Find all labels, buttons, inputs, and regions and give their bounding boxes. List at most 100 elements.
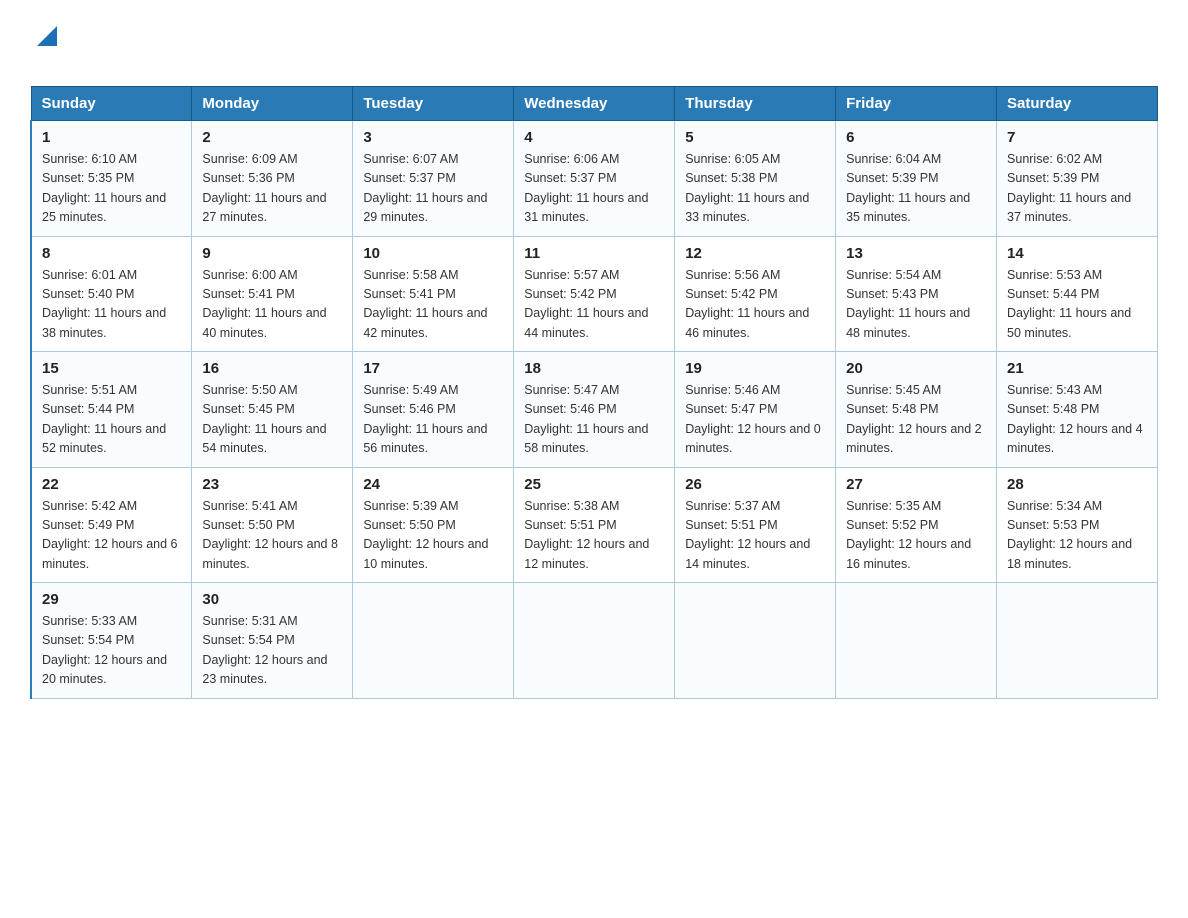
calendar-cell: 20 Sunrise: 5:45 AMSunset: 5:48 PMDayligh… [836, 352, 997, 468]
day-number: 25 [524, 476, 664, 493]
day-info: Sunrise: 5:54 AMSunset: 5:43 PMDaylight:… [846, 266, 986, 344]
day-info: Sunrise: 5:33 AMSunset: 5:54 PMDaylight:… [42, 612, 181, 690]
day-info: Sunrise: 5:47 AMSunset: 5:46 PMDaylight:… [524, 381, 664, 459]
day-number: 12 [685, 245, 825, 262]
calendar-cell: 6Sunrise: 6:04 AMSunset: 5:39 PMDaylight… [836, 121, 997, 237]
day-number: 8 [42, 245, 181, 262]
calendar-cell: 21Sunrise: 5:43 AMSunset: 5:48 PMDayligh… [997, 352, 1158, 468]
calendar-cell: 9 Sunrise: 6:00 AMSunset: 5:41 PMDaylight… [192, 236, 353, 352]
day-info: Sunrise: 5:38 AMSunset: 5:51 PMDaylight:… [524, 497, 664, 575]
calendar-cell: 27 Sunrise: 5:35 AMSunset: 5:52 PMDayligh… [836, 467, 997, 583]
weekday-header-saturday: Saturday [997, 87, 1158, 121]
weekday-header-thursday: Thursday [675, 87, 836, 121]
calendar-cell: 19Sunrise: 5:46 AMSunset: 5:47 PMDayligh… [675, 352, 836, 468]
calendar-cell: 14Sunrise: 5:53 AMSunset: 5:44 PMDayligh… [997, 236, 1158, 352]
calendar-week-row: 8 Sunrise: 6:01 AMSunset: 5:40 PMDaylight… [31, 236, 1158, 352]
day-number: 27 [846, 476, 986, 493]
day-info: Sunrise: 5:56 AMSunset: 5:42 PMDaylight:… [685, 266, 825, 344]
day-info: Sunrise: 5:45 AMSunset: 5:48 PMDaylight:… [846, 381, 986, 459]
calendar-cell: 17 Sunrise: 5:49 AMSunset: 5:46 PMDayligh… [353, 352, 514, 468]
calendar-cell: 28 Sunrise: 5:34 AMSunset: 5:53 PMDayligh… [997, 467, 1158, 583]
calendar-cell: 18 Sunrise: 5:47 AMSunset: 5:46 PMDayligh… [514, 352, 675, 468]
calendar-cell: 24 Sunrise: 5:39 AMSunset: 5:50 PMDayligh… [353, 467, 514, 583]
day-info: Sunrise: 5:50 AMSunset: 5:45 PMDaylight:… [202, 381, 342, 459]
calendar-cell: 26 Sunrise: 5:37 AMSunset: 5:51 PMDayligh… [675, 467, 836, 583]
day-info: Sunrise: 5:37 AMSunset: 5:51 PMDaylight:… [685, 497, 825, 575]
day-info: Sunrise: 5:57 AMSunset: 5:42 PMDaylight:… [524, 266, 664, 344]
calendar-cell: 15 Sunrise: 5:51 AMSunset: 5:44 PMDayligh… [31, 352, 192, 468]
calendar-cell: 29 Sunrise: 5:33 AMSunset: 5:54 PMDayligh… [31, 583, 192, 699]
calendar-cell: 5 Sunrise: 6:05 AMSunset: 5:38 PMDaylight… [675, 121, 836, 237]
calendar-cell [997, 583, 1158, 699]
day-info: Sunrise: 5:53 AMSunset: 5:44 PMDaylight:… [1007, 266, 1147, 344]
day-info: Sunrise: 6:00 AMSunset: 5:41 PMDaylight:… [202, 266, 342, 344]
day-info: Sunrise: 5:34 AMSunset: 5:53 PMDaylight:… [1007, 497, 1147, 575]
day-number: 2 [202, 129, 342, 146]
page-header [30, 20, 1158, 76]
day-number: 28 [1007, 476, 1147, 493]
day-number: 10 [363, 245, 503, 262]
day-info: Sunrise: 5:51 AMSunset: 5:44 PMDaylight:… [42, 381, 181, 459]
calendar-cell: 2 Sunrise: 6:09 AMSunset: 5:36 PMDaylight… [192, 121, 353, 237]
day-number: 17 [363, 360, 503, 377]
calendar-week-row: 15 Sunrise: 5:51 AMSunset: 5:44 PMDayligh… [31, 352, 1158, 468]
day-number: 4 [524, 129, 664, 146]
day-number: 20 [846, 360, 986, 377]
day-info: Sunrise: 5:31 AMSunset: 5:54 PMDaylight:… [202, 612, 342, 690]
day-info: Sunrise: 6:09 AMSunset: 5:36 PMDaylight:… [202, 150, 342, 228]
calendar-cell: 4Sunrise: 6:06 AMSunset: 5:37 PMDaylight… [514, 121, 675, 237]
day-number: 5 [685, 129, 825, 146]
calendar-week-row: 22Sunrise: 5:42 AMSunset: 5:49 PMDayligh… [31, 467, 1158, 583]
day-number: 22 [42, 476, 181, 493]
day-number: 13 [846, 245, 986, 262]
day-number: 29 [42, 591, 181, 608]
day-number: 16 [202, 360, 342, 377]
day-number: 30 [202, 591, 342, 608]
weekday-header-monday: Monday [192, 87, 353, 121]
day-number: 7 [1007, 129, 1147, 146]
calendar-cell: 7 Sunrise: 6:02 AMSunset: 5:39 PMDaylight… [997, 121, 1158, 237]
calendar-cell: 11 Sunrise: 5:57 AMSunset: 5:42 PMDayligh… [514, 236, 675, 352]
calendar-cell: 12 Sunrise: 5:56 AMSunset: 5:42 PMDayligh… [675, 236, 836, 352]
weekday-header-tuesday: Tuesday [353, 87, 514, 121]
day-number: 26 [685, 476, 825, 493]
day-number: 19 [685, 360, 825, 377]
logo-icon [30, 20, 61, 76]
day-number: 11 [524, 245, 664, 262]
calendar-cell: 30 Sunrise: 5:31 AMSunset: 5:54 PMDayligh… [192, 583, 353, 699]
weekday-header-friday: Friday [836, 87, 997, 121]
day-number: 9 [202, 245, 342, 262]
day-info: Sunrise: 5:49 AMSunset: 5:46 PMDaylight:… [363, 381, 503, 459]
calendar-cell: 8 Sunrise: 6:01 AMSunset: 5:40 PMDaylight… [31, 236, 192, 352]
day-info: Sunrise: 6:10 AMSunset: 5:35 PMDaylight:… [42, 150, 181, 228]
logo [30, 20, 61, 76]
day-info: Sunrise: 6:02 AMSunset: 5:39 PMDaylight:… [1007, 150, 1147, 228]
calendar-cell: 22Sunrise: 5:42 AMSunset: 5:49 PMDayligh… [31, 467, 192, 583]
calendar-table: SundayMondayTuesdayWednesdayThursdayFrid… [30, 86, 1158, 699]
day-number: 23 [202, 476, 342, 493]
calendar-cell: 13 Sunrise: 5:54 AMSunset: 5:43 PMDayligh… [836, 236, 997, 352]
weekday-header-sunday: Sunday [31, 87, 192, 121]
logo-triangle-icon [33, 22, 61, 50]
calendar-cell: 25 Sunrise: 5:38 AMSunset: 5:51 PMDayligh… [514, 467, 675, 583]
day-info: Sunrise: 6:04 AMSunset: 5:39 PMDaylight:… [846, 150, 986, 228]
day-info: Sunrise: 5:58 AMSunset: 5:41 PMDaylight:… [363, 266, 503, 344]
day-number: 24 [363, 476, 503, 493]
calendar-cell [353, 583, 514, 699]
calendar-cell: 3Sunrise: 6:07 AMSunset: 5:37 PMDaylight… [353, 121, 514, 237]
day-info: Sunrise: 6:01 AMSunset: 5:40 PMDaylight:… [42, 266, 181, 344]
day-info: Sunrise: 5:41 AMSunset: 5:50 PMDaylight:… [202, 497, 342, 575]
day-info: Sunrise: 5:35 AMSunset: 5:52 PMDaylight:… [846, 497, 986, 575]
calendar-cell: 10 Sunrise: 5:58 AMSunset: 5:41 PMDayligh… [353, 236, 514, 352]
day-info: Sunrise: 6:05 AMSunset: 5:38 PMDaylight:… [685, 150, 825, 228]
calendar-week-row: 29 Sunrise: 5:33 AMSunset: 5:54 PMDayligh… [31, 583, 1158, 699]
day-number: 15 [42, 360, 181, 377]
day-info: Sunrise: 5:43 AMSunset: 5:48 PMDaylight:… [1007, 381, 1147, 459]
calendar-cell: 23 Sunrise: 5:41 AMSunset: 5:50 PMDayligh… [192, 467, 353, 583]
day-info: Sunrise: 5:39 AMSunset: 5:50 PMDaylight:… [363, 497, 503, 575]
calendar-cell [514, 583, 675, 699]
day-number: 3 [363, 129, 503, 146]
calendar-cell: 1Sunrise: 6:10 AMSunset: 5:35 PMDaylight… [31, 121, 192, 237]
weekday-header-row: SundayMondayTuesdayWednesdayThursdayFrid… [31, 87, 1158, 121]
day-number: 18 [524, 360, 664, 377]
